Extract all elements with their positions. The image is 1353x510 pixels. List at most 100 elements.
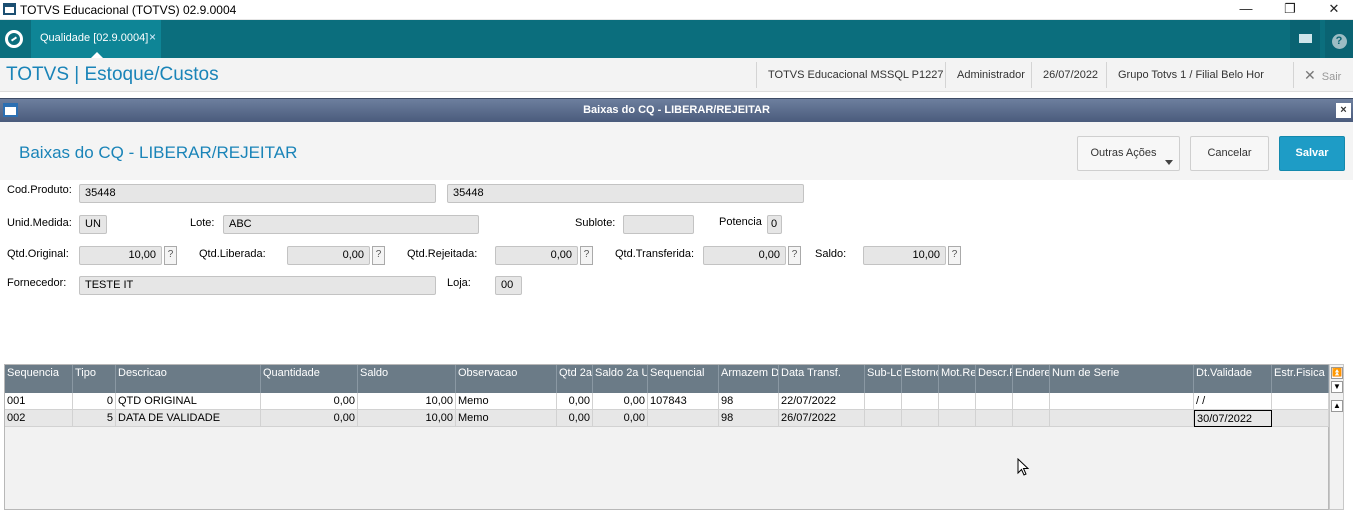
exit-button[interactable]: ✕ Sair — [1293, 62, 1341, 88]
close-window-button[interactable]: ✕ — [1312, 0, 1353, 20]
scroll-down-icon[interactable]: ▼ — [1331, 381, 1343, 393]
table-cell[interactable]: 0,00 — [557, 410, 593, 427]
saldo-field[interactable]: 10,00 — [863, 246, 946, 265]
column-header[interactable]: Num de Serie — [1050, 365, 1194, 393]
table-cell[interactable]: 10,00 — [358, 410, 456, 427]
saldo-label: Saldo: — [815, 248, 847, 260]
table-cell[interactable] — [902, 410, 939, 427]
table-row[interactable]: 002 5 DATA DE VALIDADE 0,00 10,00 Memo 0,00 0,0… — [5, 410, 1329, 427]
column-header[interactable]: Mot.Rej — [939, 365, 976, 393]
table-cell[interactable]: Memo — [456, 410, 557, 427]
help-button[interactable]: ? — [1325, 20, 1353, 58]
sublote-field[interactable] — [623, 215, 694, 234]
table-cell[interactable]: 22/07/2022 — [779, 393, 865, 410]
qtd-transferida-field[interactable]: 0,00 — [703, 246, 786, 265]
table-cell[interactable]: 0,00 — [557, 393, 593, 410]
table-cell[interactable] — [1013, 393, 1050, 410]
qtd-liberada-help-button[interactable]: ? — [372, 246, 385, 265]
column-header[interactable]: Armazem D — [719, 365, 779, 393]
dialog-close-button[interactable]: × — [1336, 103, 1351, 118]
product-description-field[interactable]: 35448 — [447, 184, 804, 203]
column-header[interactable]: Endere — [1013, 365, 1050, 393]
scroll-up-icon[interactable]: ▲ — [1331, 400, 1343, 412]
qtd-rejeitada-help-button[interactable]: ? — [580, 246, 593, 265]
loja-field[interactable]: 00 — [495, 276, 522, 295]
column-header[interactable]: Estr.Fisica — [1272, 365, 1329, 393]
table-cell[interactable]: 001 — [5, 393, 73, 410]
table-cell[interactable]: 10,00 — [358, 393, 456, 410]
column-header[interactable]: Saldo 2a U — [593, 365, 648, 393]
table-cell[interactable] — [648, 410, 719, 427]
table-cell[interactable]: Memo — [456, 393, 557, 410]
table-cell[interactable]: 30/07/2022 — [1194, 410, 1272, 427]
table-row[interactable]: 001 0 QTD ORIGINAL 0,00 10,00 Memo 0,00 0,00 107… — [5, 393, 1329, 410]
unid-medida-field[interactable]: UN — [79, 215, 107, 234]
table-cell[interactable] — [939, 393, 976, 410]
table-cell[interactable]: / / — [1194, 393, 1272, 410]
column-header[interactable]: Dt.Validade — [1194, 365, 1272, 393]
column-header[interactable]: Tipo — [73, 365, 116, 393]
table-cell[interactable]: 0 — [73, 393, 116, 410]
fornecedor-field[interactable]: TESTE IT — [79, 276, 436, 295]
column-header[interactable]: Estorno — [902, 365, 939, 393]
qtd-transferida-help-button[interactable]: ? — [788, 246, 801, 265]
outras-acoes-button[interactable]: Outras Ações — [1077, 136, 1180, 171]
app-tab-bar: Qualidade [02.9.0004] × ? — [0, 20, 1353, 58]
tab-close-icon[interactable]: × — [149, 30, 156, 44]
cod-produto-field[interactable]: 35448 — [79, 184, 436, 203]
column-header[interactable]: Quantidade — [261, 365, 358, 393]
table-cell[interactable] — [865, 410, 902, 427]
lote-label: Lote: — [190, 217, 215, 229]
table-cell[interactable]: 98 — [719, 393, 779, 410]
table-cell[interactable]: 0,00 — [593, 410, 648, 427]
table-cell[interactable] — [1050, 393, 1194, 410]
column-header[interactable]: Sub-Lo — [865, 365, 902, 393]
column-header[interactable]: Qtd 2a — [557, 365, 593, 393]
potencia-field[interactable]: 0 — [767, 215, 782, 234]
lote-field[interactable]: ABC — [223, 215, 479, 234]
table-cell[interactable] — [865, 393, 902, 410]
table-cell[interactable]: QTD ORIGINAL — [116, 393, 261, 410]
save-button[interactable]: Salvar — [1279, 136, 1345, 171]
column-header[interactable]: Descr.R — [976, 365, 1013, 393]
table-cell[interactable]: 26/07/2022 — [779, 410, 865, 427]
table-cell[interactable]: 98 — [719, 410, 779, 427]
qtd-original-field[interactable]: 10,00 — [79, 246, 162, 265]
grid-vertical-scrollbar[interactable]: ⏫ ▼ ▲ — [1329, 364, 1344, 510]
column-header[interactable]: Sequencia — [5, 365, 73, 393]
column-header[interactable]: Data Transf. — [779, 365, 865, 393]
table-cell[interactable]: 107843 — [648, 393, 719, 410]
qtd-rejeitada-field[interactable]: 0,00 — [495, 246, 578, 265]
table-cell[interactable]: 002 — [5, 410, 73, 427]
maximize-button[interactable]: ❐ — [1268, 0, 1312, 20]
table-cell[interactable]: 0,00 — [261, 410, 358, 427]
minimize-button[interactable]: — — [1224, 0, 1268, 20]
table-cell[interactable] — [1050, 410, 1194, 427]
table-cell[interactable] — [1272, 393, 1329, 410]
cancel-button[interactable]: Cancelar — [1190, 136, 1269, 171]
table-cell[interactable] — [1272, 410, 1329, 427]
scroll-top-icon[interactable]: ⏫ — [1331, 367, 1343, 379]
chevron-down-icon — [1165, 160, 1173, 165]
table-cell[interactable] — [902, 393, 939, 410]
table-cell[interactable] — [976, 410, 1013, 427]
column-header[interactable]: Descricao — [116, 365, 261, 393]
page-title: Baixas do CQ - LIBERAR/REJEITAR — [19, 143, 298, 162]
column-header[interactable]: Saldo — [358, 365, 456, 393]
totvs-logo-icon[interactable] — [5, 30, 23, 48]
table-cell[interactable]: 0,00 — [593, 393, 648, 410]
table-cell[interactable]: 5 — [73, 410, 116, 427]
tab-qualidade[interactable]: Qualidade [02.9.0004] × — [31, 20, 161, 58]
table-cell[interactable] — [939, 410, 976, 427]
table-cell[interactable] — [1013, 410, 1050, 427]
table-cell[interactable]: DATA DE VALIDADE — [116, 410, 261, 427]
mail-icon[interactable] — [1290, 20, 1320, 58]
saldo-help-button[interactable]: ? — [948, 246, 961, 265]
table-cell[interactable]: 0,00 — [261, 393, 358, 410]
column-header[interactable]: Observacao — [456, 365, 557, 393]
table-cell[interactable] — [976, 393, 1013, 410]
fornecedor-label: Fornecedor: — [7, 277, 67, 289]
qtd-liberada-field[interactable]: 0,00 — [287, 246, 370, 265]
qtd-original-help-button[interactable]: ? — [164, 246, 177, 265]
column-header[interactable]: Sequencial — [648, 365, 719, 393]
